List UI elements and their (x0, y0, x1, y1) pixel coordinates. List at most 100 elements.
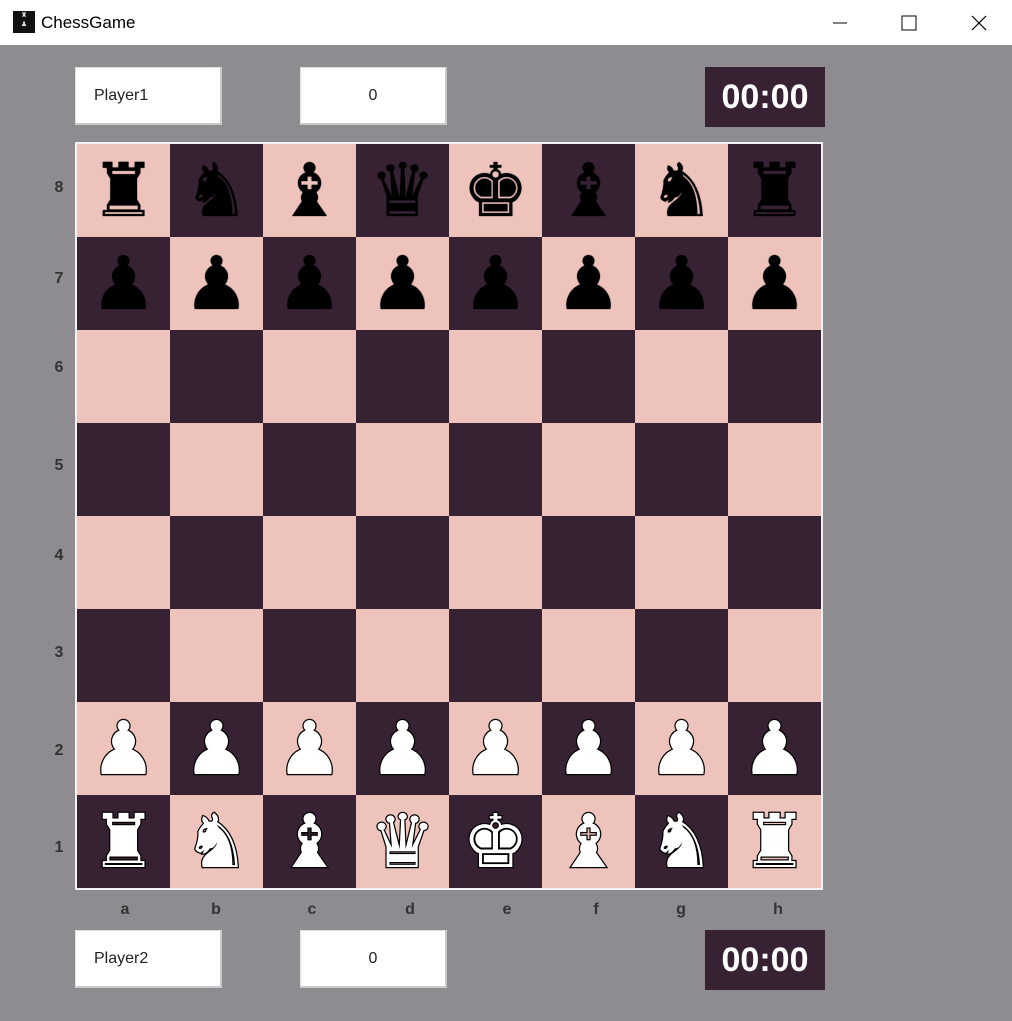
player1-name-field[interactable]: Player1 (75, 67, 222, 125)
square-e1[interactable]: ♚ (449, 795, 542, 888)
square-g4[interactable] (635, 516, 728, 609)
black-pawn-icon[interactable]: ♟ (276, 247, 342, 321)
square-g8[interactable]: ♞ (635, 144, 728, 237)
black-pawn-icon[interactable]: ♟ (462, 247, 528, 321)
square-a5[interactable] (77, 423, 170, 516)
white-knight-icon[interactable]: ♞ (182, 803, 251, 880)
black-knight-icon[interactable]: ♞ (648, 154, 714, 228)
square-h7[interactable]: ♟ (728, 237, 821, 330)
square-e7[interactable]: ♟ (449, 237, 542, 330)
black-bishop-icon[interactable]: ♝ (276, 154, 342, 228)
black-queen-icon[interactable]: ♛ (369, 154, 435, 228)
white-pawn-icon[interactable]: ♟ (182, 710, 251, 787)
square-d8[interactable]: ♛ (356, 144, 449, 237)
square-a4[interactable] (77, 516, 170, 609)
square-c3[interactable] (263, 609, 356, 702)
square-f6[interactable] (542, 330, 635, 423)
square-c7[interactable]: ♟ (263, 237, 356, 330)
square-e5[interactable] (449, 423, 542, 516)
square-h2[interactable]: ♟ (728, 702, 821, 795)
square-c1[interactable]: ♝ (263, 795, 356, 888)
square-d3[interactable] (356, 609, 449, 702)
square-f8[interactable]: ♝ (542, 144, 635, 237)
square-c5[interactable] (263, 423, 356, 516)
square-a8[interactable]: ♜ (77, 144, 170, 237)
square-b1[interactable]: ♞ (170, 795, 263, 888)
black-pawn-icon[interactable]: ♟ (90, 247, 156, 321)
square-g6[interactable] (635, 330, 728, 423)
white-rook-icon[interactable]: ♜ (89, 803, 158, 880)
square-b3[interactable] (170, 609, 263, 702)
square-b5[interactable] (170, 423, 263, 516)
white-rook-icon[interactable]: ♜ (740, 803, 809, 880)
square-h5[interactable] (728, 423, 821, 516)
black-king-icon[interactable]: ♚ (462, 154, 528, 228)
player2-name-field[interactable]: Player2 (75, 930, 222, 988)
square-h8[interactable]: ♜ (728, 144, 821, 237)
black-pawn-icon[interactable]: ♟ (741, 247, 807, 321)
square-g7[interactable]: ♟ (635, 237, 728, 330)
square-d7[interactable]: ♟ (356, 237, 449, 330)
square-f7[interactable]: ♟ (542, 237, 635, 330)
square-d5[interactable] (356, 423, 449, 516)
square-e8[interactable]: ♚ (449, 144, 542, 237)
square-e6[interactable] (449, 330, 542, 423)
white-pawn-icon[interactable]: ♟ (368, 710, 437, 787)
white-pawn-icon[interactable]: ♟ (461, 710, 530, 787)
square-b4[interactable] (170, 516, 263, 609)
square-h6[interactable] (728, 330, 821, 423)
square-e3[interactable] (449, 609, 542, 702)
square-d4[interactable] (356, 516, 449, 609)
white-pawn-icon[interactable]: ♟ (647, 710, 716, 787)
white-king-icon[interactable]: ♚ (461, 803, 530, 880)
square-f3[interactable] (542, 609, 635, 702)
black-pawn-icon[interactable]: ♟ (648, 247, 714, 321)
square-c4[interactable] (263, 516, 356, 609)
square-c2[interactable]: ♟ (263, 702, 356, 795)
square-d1[interactable]: ♛ (356, 795, 449, 888)
square-h3[interactable] (728, 609, 821, 702)
black-pawn-icon[interactable]: ♟ (183, 247, 249, 321)
square-a7[interactable]: ♟ (77, 237, 170, 330)
square-b6[interactable] (170, 330, 263, 423)
square-g1[interactable]: ♞ (635, 795, 728, 888)
black-pawn-icon[interactable]: ♟ (555, 247, 621, 321)
black-rook-icon[interactable]: ♜ (741, 154, 807, 228)
square-a1[interactable]: ♜ (77, 795, 170, 888)
black-pawn-icon[interactable]: ♟ (369, 247, 435, 321)
square-c6[interactable] (263, 330, 356, 423)
close-button[interactable] (956, 0, 1002, 45)
square-d2[interactable]: ♟ (356, 702, 449, 795)
player1-score-field[interactable]: 0 (300, 67, 447, 125)
black-rook-icon[interactable]: ♜ (90, 154, 156, 228)
white-pawn-icon[interactable]: ♟ (89, 710, 158, 787)
minimize-button[interactable] (817, 0, 863, 45)
black-bishop-icon[interactable]: ♝ (555, 154, 621, 228)
square-h4[interactable] (728, 516, 821, 609)
square-e2[interactable]: ♟ (449, 702, 542, 795)
square-f5[interactable] (542, 423, 635, 516)
square-a6[interactable] (77, 330, 170, 423)
square-b8[interactable]: ♞ (170, 144, 263, 237)
square-f1[interactable]: ♝ (542, 795, 635, 888)
white-pawn-icon[interactable]: ♟ (740, 710, 809, 787)
square-f2[interactable]: ♟ (542, 702, 635, 795)
black-knight-icon[interactable]: ♞ (183, 154, 249, 228)
white-bishop-icon[interactable]: ♝ (275, 803, 344, 880)
square-d6[interactable] (356, 330, 449, 423)
square-b7[interactable]: ♟ (170, 237, 263, 330)
player2-score-field[interactable]: 0 (300, 930, 447, 988)
white-queen-icon[interactable]: ♛ (368, 803, 437, 880)
white-pawn-icon[interactable]: ♟ (554, 710, 623, 787)
square-h1[interactable]: ♜ (728, 795, 821, 888)
white-bishop-icon[interactable]: ♝ (554, 803, 623, 880)
maximize-button[interactable] (886, 0, 932, 45)
square-a3[interactable] (77, 609, 170, 702)
square-e4[interactable] (449, 516, 542, 609)
white-pawn-icon[interactable]: ♟ (275, 710, 344, 787)
square-c8[interactable]: ♝ (263, 144, 356, 237)
square-b2[interactable]: ♟ (170, 702, 263, 795)
white-knight-icon[interactable]: ♞ (647, 803, 716, 880)
square-g2[interactable]: ♟ (635, 702, 728, 795)
square-f4[interactable] (542, 516, 635, 609)
